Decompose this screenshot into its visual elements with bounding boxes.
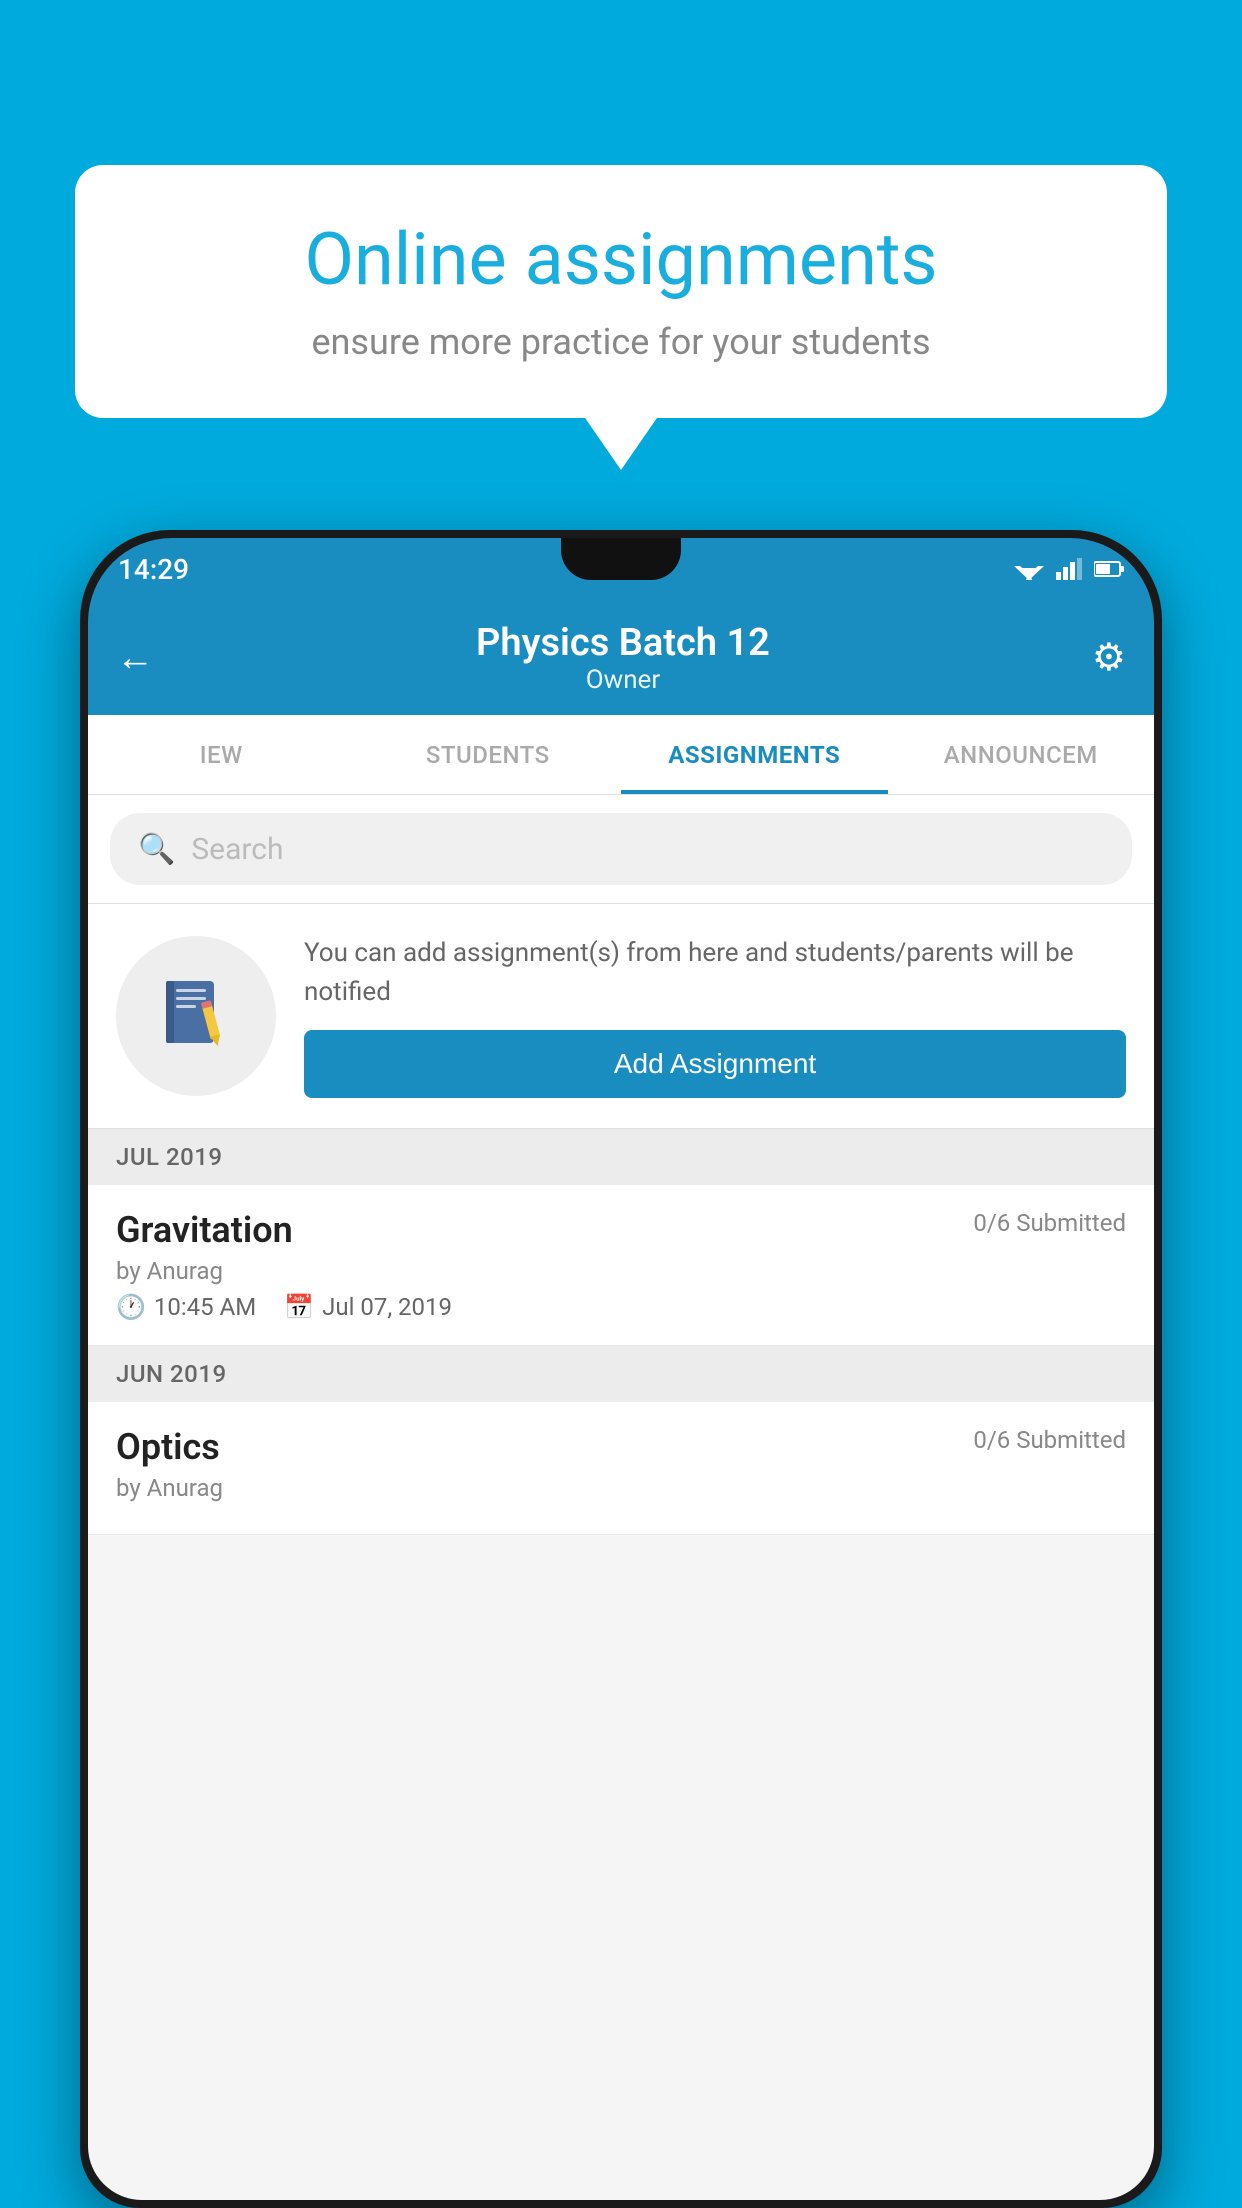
tab-students[interactable]: STUDENTS [355,715,622,794]
section-header-jul: JUL 2019 [88,1129,1154,1185]
promo-icon-circle [116,936,276,1096]
section-header-jun: JUN 2019 [88,1346,1154,1402]
status-bar: 14:29 [88,538,1154,600]
status-time: 14:29 [118,553,189,586]
phone-frame: 14:29 [80,530,1162,2208]
assignment-meta: 🕐 10:45 AM 📅 Jul 07, 2019 [116,1293,1126,1321]
tab-iew[interactable]: IEW [88,715,355,794]
assignment-by: by Anurag [116,1257,1126,1285]
assignment-top: Gravitation 0/6 Submitted [116,1209,1126,1251]
assignment-submitted: 0/6 Submitted [973,1209,1126,1237]
search-bar[interactable]: 🔍 Search [110,813,1132,885]
promo-text: You can add assignment(s) from here and … [304,934,1126,1012]
date-value: Jul 07, 2019 [322,1293,452,1321]
time-value: 10:45 AM [154,1293,256,1321]
status-icons [1014,558,1124,580]
speech-bubble-container: Online assignments ensure more practice … [75,165,1167,418]
search-icon: 🔍 [138,832,175,867]
notch [561,538,681,580]
battery-icon [1094,560,1124,578]
add-assignment-promo: You can add assignment(s) from here and … [88,904,1154,1129]
back-button[interactable]: ← [116,636,154,680]
meta-time: 🕐 10:45 AM [116,1293,256,1321]
add-assignment-button[interactable]: Add Assignment [304,1030,1126,1098]
tab-assignments[interactable]: ASSIGNMENTS [621,715,888,794]
signal-icon [1056,558,1082,580]
search-container: 🔍 Search [88,795,1154,904]
meta-date: 📅 Jul 07, 2019 [284,1293,452,1321]
screen-content: 🔍 Search [88,795,1154,2200]
assignment-name-optics: Optics [116,1426,220,1468]
wifi-icon [1014,558,1044,580]
tab-announcements[interactable]: ANNOUNCEM [888,715,1155,794]
app-header: ← Physics Batch 12 Owner ⚙ [88,600,1154,715]
header-title: Physics Batch 12 [154,621,1092,665]
assignment-item-gravitation[interactable]: Gravitation 0/6 Submitted by Anurag 🕐 10… [88,1185,1154,1346]
assignment-submitted-optics: 0/6 Submitted [973,1426,1126,1454]
search-input[interactable]: Search [191,832,283,867]
header-title-group: Physics Batch 12 Owner [154,621,1092,695]
assignment-by-optics: by Anurag [116,1474,1126,1502]
assignment-name: Gravitation [116,1209,293,1251]
assignment-item-optics[interactable]: Optics 0/6 Submitted by Anurag [88,1402,1154,1535]
notebook-icon [151,971,241,1061]
bubble-title: Online assignments [135,220,1107,299]
promo-right: You can add assignment(s) from here and … [304,934,1126,1098]
clock-icon: 🕐 [116,1293,146,1321]
header-subtitle: Owner [154,665,1092,695]
phone-inner: 14:29 [88,538,1154,2200]
gear-icon[interactable]: ⚙ [1092,635,1126,680]
assignment-top-optics: Optics 0/6 Submitted [116,1426,1126,1468]
calendar-icon: 📅 [284,1293,314,1321]
tabs-bar: IEW STUDENTS ASSIGNMENTS ANNOUNCEM [88,715,1154,795]
bubble-subtitle: ensure more practice for your students [135,321,1107,363]
speech-bubble: Online assignments ensure more practice … [75,165,1167,418]
